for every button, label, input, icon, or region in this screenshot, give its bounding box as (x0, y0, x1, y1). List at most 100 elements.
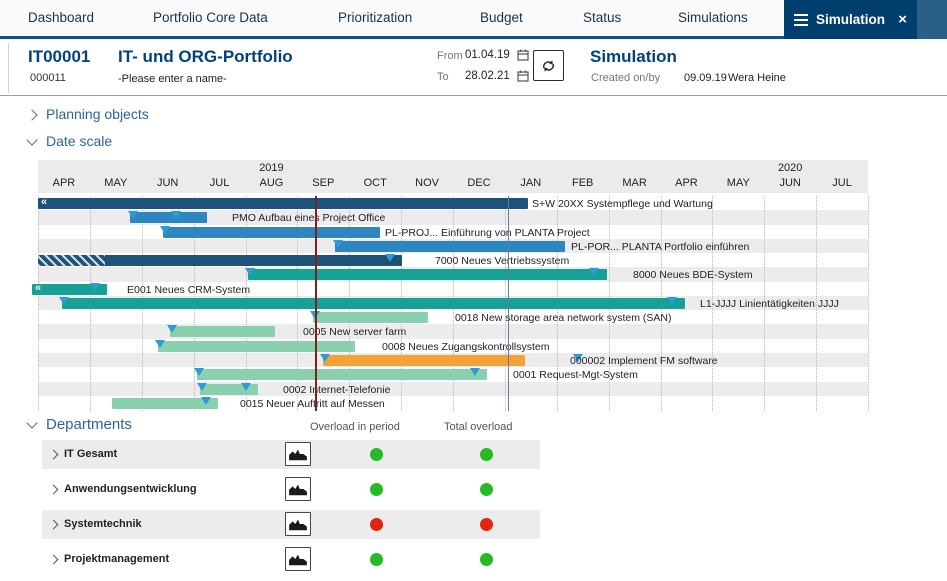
section-date-scale[interactable]: Date scale (46, 133, 112, 149)
calendar-icon[interactable] (517, 49, 529, 61)
gantt-chart: APRMAYJUNJULAUGSEPOCTNOVDECJANFEBMARAPRM… (38, 160, 868, 411)
gantt-bar[interactable] (197, 369, 487, 380)
month-label: SEP (297, 177, 349, 189)
gantt-bar-label: 8000 Neues BDE-System (633, 269, 753, 281)
gantt-bar-label: L1-JJJJ Linientätigkeiten JJJJ (700, 298, 839, 310)
created-date: 09.09.19 (684, 72, 727, 84)
gantt-bar[interactable] (163, 227, 380, 238)
overload-in-period-status (370, 553, 383, 566)
total-overload-status (480, 553, 493, 566)
overload-in-period-status (370, 483, 383, 496)
nav-item-simulations[interactable]: Simulations (678, 0, 748, 36)
portfolio-name-placeholder[interactable]: -Please enter a name- (118, 73, 227, 85)
month-label: JAN (505, 177, 557, 189)
month-label: MAR (609, 177, 661, 189)
departments-list: IT Gesamt Anwendungsentwicklung Systemtech… (0, 440, 947, 580)
milestone-marker-icon (155, 340, 165, 348)
milestone-marker-icon (197, 383, 207, 391)
month-label: OCT (349, 177, 401, 189)
tab-strip-overflow (917, 0, 947, 39)
milestone-marker-icon (167, 325, 177, 333)
overload-in-period-status (370, 518, 383, 531)
histogram-icon (288, 551, 308, 567)
tab-simulation-active[interactable]: Simulation × (784, 0, 917, 39)
gantt-bar[interactable] (38, 255, 402, 266)
milestone-marker-icon (333, 240, 343, 248)
gantt-bar-label: E001 Neues CRM-System (127, 284, 250, 296)
total-overload-status (480, 448, 493, 461)
month-gridline (868, 196, 869, 411)
close-icon[interactable]: × (898, 11, 907, 28)
column-total-overload: Total overload (444, 421, 513, 433)
column-overload-in-period: Overload in period (310, 421, 400, 433)
utilization-chart-button[interactable] (285, 547, 311, 571)
active-tab-label: Simulation (816, 12, 885, 27)
department-row[interactable]: Anwendungsentwicklung (42, 475, 540, 504)
gantt-bar-label: S+W 20XX Systempflege und Wartung (532, 198, 713, 210)
chevron-right-icon[interactable] (26, 109, 37, 120)
double-chevron-left-icon: « (41, 196, 47, 208)
gantt-bar[interactable] (335, 241, 565, 252)
month-label: MAY (712, 177, 764, 189)
nav-item-dashboard[interactable]: Dashboard (28, 0, 94, 36)
month-label: FEB (557, 177, 609, 189)
section-planning-objects[interactable]: Planning objects (46, 106, 149, 122)
milestone-marker-icon (320, 354, 330, 362)
department-name: Projektmanagement (64, 553, 169, 565)
nav-item-portfolio-core-data[interactable]: Portfolio Core Data (153, 0, 268, 36)
created-by: Wera Heine (728, 72, 786, 84)
created-on-by-label: Created on/by (591, 72, 660, 84)
utilization-chart-button[interactable] (285, 442, 311, 466)
chevron-down-icon[interactable] (26, 134, 37, 145)
portfolio-code: 000011 (30, 72, 66, 84)
utilization-chart-button[interactable] (285, 512, 311, 536)
gantt-bar[interactable]: « (38, 198, 528, 209)
chevron-down-icon[interactable] (26, 417, 37, 428)
milestone-marker-icon (385, 254, 395, 262)
gantt-bar[interactable] (170, 326, 275, 337)
section-departments[interactable]: Departments (46, 416, 132, 433)
nav-item-budget[interactable]: Budget (480, 0, 523, 36)
refresh-simulation-button[interactable] (533, 50, 564, 81)
gantt-bar-label: PL-PROJ... Einführung von PLANTA Project (385, 227, 590, 239)
to-label: To (437, 71, 449, 83)
gantt-bar[interactable] (248, 269, 607, 280)
department-row[interactable]: Projektmanagement (42, 545, 540, 574)
gantt-plot-area: « S+W 20XX Systempflege und Wartung PMO Au… (38, 196, 868, 411)
gantt-bar[interactable] (323, 355, 525, 366)
gantt-bar[interactable] (158, 341, 355, 352)
gantt-bar-label: PMO Aufbau eines Project Office (232, 212, 385, 224)
month-label: APR (661, 177, 713, 189)
gantt-bar-label: 0002 Internet-Telefonie (283, 384, 390, 396)
milestone-marker-icon (667, 297, 677, 305)
month-label: DEC (453, 177, 505, 189)
gantt-bar[interactable] (130, 212, 207, 223)
department-row[interactable]: IT Gesamt (42, 440, 540, 469)
chevron-right-icon[interactable] (49, 555, 59, 565)
gantt-bar[interactable] (62, 298, 685, 309)
month-label: JUN (142, 177, 194, 189)
month-label: AUG (246, 177, 298, 189)
chevron-right-icon[interactable] (49, 520, 59, 530)
department-row[interactable]: Systemtechnik (42, 510, 540, 539)
year-label: 2019 (246, 162, 298, 174)
gantt-bar-label: 7000 Neues Vertriebssystem (435, 255, 569, 267)
chevron-right-icon[interactable] (49, 485, 59, 495)
gantt-bar-label: 0005 New server farm (303, 326, 406, 338)
to-date-field[interactable]: 28.02.21 (465, 70, 510, 82)
milestone-marker-icon (201, 397, 211, 405)
gantt-bar[interactable] (313, 312, 428, 323)
chevron-right-icon[interactable] (49, 450, 59, 460)
month-label: APR (38, 177, 90, 189)
portfolio-id: IT00001 (28, 47, 90, 67)
overload-in-period-status (370, 448, 383, 461)
gantt-bar-label: 0008 Neues Zugangskontrollsystem (382, 341, 550, 353)
from-date-field[interactable]: 01.04.19 (465, 49, 510, 61)
nav-item-prioritization[interactable]: Prioritization (338, 0, 412, 36)
hamburger-icon[interactable] (794, 11, 808, 29)
histogram-icon (288, 516, 308, 532)
calendar-icon[interactable] (517, 70, 529, 82)
nav-item-status[interactable]: Status (583, 0, 621, 36)
utilization-chart-button[interactable] (285, 477, 311, 501)
milestone-marker-icon (241, 383, 251, 391)
